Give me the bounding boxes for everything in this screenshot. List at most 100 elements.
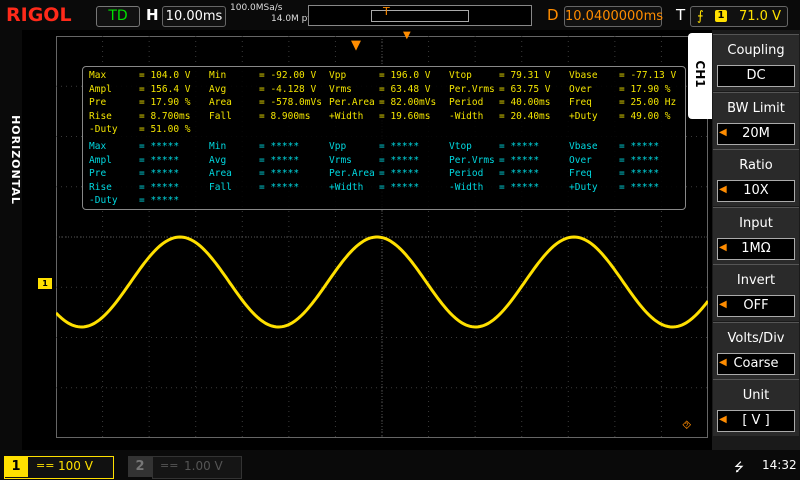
ch1-value: = -77.13 V <box>619 70 677 81</box>
rising-edge-icon: ⨍ <box>697 9 704 24</box>
ch2-label: Period <box>449 168 484 179</box>
trigger-marker-icon[interactable]: ▼ <box>351 38 361 53</box>
ch2-value: = ***** <box>139 195 180 206</box>
ch2-label: Vbase <box>569 141 598 152</box>
ch2-label[interactable]: 2 <box>128 456 152 477</box>
ch1-label: Area <box>209 97 232 108</box>
trigger-level: 71.0 V <box>739 9 781 24</box>
ch1-value: = 17.90 % <box>139 97 191 108</box>
ch1-value: = -4.128 V <box>259 83 317 95</box>
menu-item-unit[interactable]: Unit [ V ] ◀ <box>713 379 799 436</box>
ch1-value: = 25.00 Hz <box>619 97 677 108</box>
trigger-label: T <box>676 6 686 24</box>
menu-item-value[interactable]: [ V ] <box>717 410 795 432</box>
clock: 14:32 <box>762 458 797 472</box>
menu-item-value[interactable]: OFF <box>717 295 795 317</box>
ch2-value: = ***** <box>139 141 180 152</box>
ch1-label: Min <box>209 70 227 81</box>
menu-item-ratio[interactable]: Ratio 10X ◀ <box>713 149 799 206</box>
ch2-value: = ***** <box>139 168 180 179</box>
ch1-label: Per.Vrms <box>449 83 495 95</box>
ch1-value: = 8.700ms <box>139 110 191 122</box>
menu-item-title: Unit <box>742 388 770 403</box>
ch2-value: = ***** <box>499 168 540 179</box>
ch1-label: Vbase <box>569 70 598 81</box>
ch2-label: Vtop <box>449 141 472 152</box>
ch2-label: -Duty <box>89 195 118 206</box>
menu-item-bw-limit[interactable]: BW Limit 20M ◀ <box>713 91 799 149</box>
menu-item-value[interactable]: DC <box>717 65 795 87</box>
ch2-value: = ***** <box>379 154 420 166</box>
ch1-value: = 63.75 V <box>499 83 551 95</box>
menu-item-invert[interactable]: Invert OFF ◀ <box>713 264 799 321</box>
ch1-value: = 8.900ms <box>259 110 311 122</box>
ch1-label: Pre <box>89 97 107 108</box>
menu-item-title: Ratio <box>739 158 773 173</box>
menu-arrow-icon: ◀ <box>719 299 727 310</box>
ch1-label: Ampl <box>89 83 112 95</box>
ch2-value: = ***** <box>379 141 420 152</box>
ch2-label: Max <box>89 141 107 152</box>
ch1-scale: 100 V <box>58 459 93 473</box>
ch1-label: Per.Area <box>329 97 375 108</box>
ch2-label: Avg <box>209 154 227 166</box>
trigger-position-icon: T <box>383 5 390 18</box>
trigger-time-marker-icon: ▼ <box>403 30 411 41</box>
ch1-value: = 79.31 V <box>499 70 551 81</box>
ch1-offset-marker[interactable]: 1 <box>38 278 52 289</box>
ch1-value: = 40.00ms <box>499 97 551 108</box>
ch2-label: Rise <box>89 181 112 193</box>
ch2-value: = ***** <box>619 154 660 166</box>
ch2-value: = ***** <box>499 154 540 166</box>
trigger-level-marker-icon[interactable]: ⯑ <box>682 418 691 433</box>
menu-arrow-icon: ◀ <box>719 126 727 138</box>
ch1-label: Vpp <box>329 70 347 81</box>
menu-item-coupling[interactable]: Coupling DC <box>713 34 799 91</box>
ch2-coupling-icon: == <box>160 459 179 472</box>
ch1-label: -Duty <box>89 124 118 135</box>
menu-item-volts-div[interactable]: Volts/Div Coarse ◀ <box>713 321 799 379</box>
ch1-label: -Width <box>449 110 484 122</box>
ch2-label: Vrms <box>329 154 352 166</box>
ch2-value: = ***** <box>259 154 300 166</box>
ch2-label: Freq <box>569 168 592 179</box>
memory-position-bar: T <box>308 5 532 26</box>
ch2-value: = ***** <box>379 168 420 179</box>
ch2-value: = ***** <box>619 141 660 152</box>
menu-arrow-icon: ◀ <box>719 356 727 368</box>
left-strip <box>0 30 22 450</box>
ch1-value: = -92.00 V <box>259 70 317 81</box>
ch1-menu-tab[interactable]: CH1 <box>688 33 712 119</box>
horizontal-label: H <box>146 6 159 24</box>
ch1-label: Avg <box>209 83 227 95</box>
delay-label: D <box>547 6 559 24</box>
ch2-label: Area <box>209 168 232 179</box>
ch1-value: = 63.48 V <box>379 83 431 95</box>
ch2-label: +Width <box>329 181 364 193</box>
measurement-panel: Max = 104.0 V Min = -92.00 V Vpp = 196.0 V Vto… <box>82 66 686 210</box>
timebase-value[interactable]: 10.00ms <box>162 6 226 27</box>
menu-item-value[interactable]: Coarse <box>717 352 795 375</box>
ch2-label: Fall <box>209 181 232 193</box>
ch2-value: = ***** <box>259 168 300 179</box>
menu-item-value[interactable]: 20M <box>717 122 795 145</box>
ch1-label[interactable]: 1 <box>4 456 28 477</box>
ch2-value: = ***** <box>259 141 300 152</box>
horizontal-menu-label: HORIZONTAL <box>9 115 22 205</box>
menu-item-value[interactable]: 10X <box>717 180 795 202</box>
delay-value[interactable]: 10.0400000ms <box>564 6 663 27</box>
menu-item-value[interactable]: 1MΩ <box>717 237 795 260</box>
menu-arrow-icon: ◀ <box>719 184 727 195</box>
ch2-scale: 1.00 V <box>184 459 223 473</box>
ch2-label: Per.Area <box>329 168 375 179</box>
ch2-value: = ***** <box>499 181 540 193</box>
menu-item-title: Input <box>739 215 773 231</box>
ch1-label: Max <box>89 70 107 81</box>
ch1-label: Rise <box>89 110 112 122</box>
rigol-logo: RIGOL <box>6 4 72 26</box>
menu-item-input[interactable]: Input 1MΩ ◀ <box>713 206 799 264</box>
menu-item-title: Invert <box>736 273 776 288</box>
trigger-status[interactable]: ⨍ 1 71.0 V <box>690 6 788 27</box>
ch1-coupling-icon: == <box>36 459 55 472</box>
run-state-indicator[interactable]: TD <box>96 6 140 27</box>
